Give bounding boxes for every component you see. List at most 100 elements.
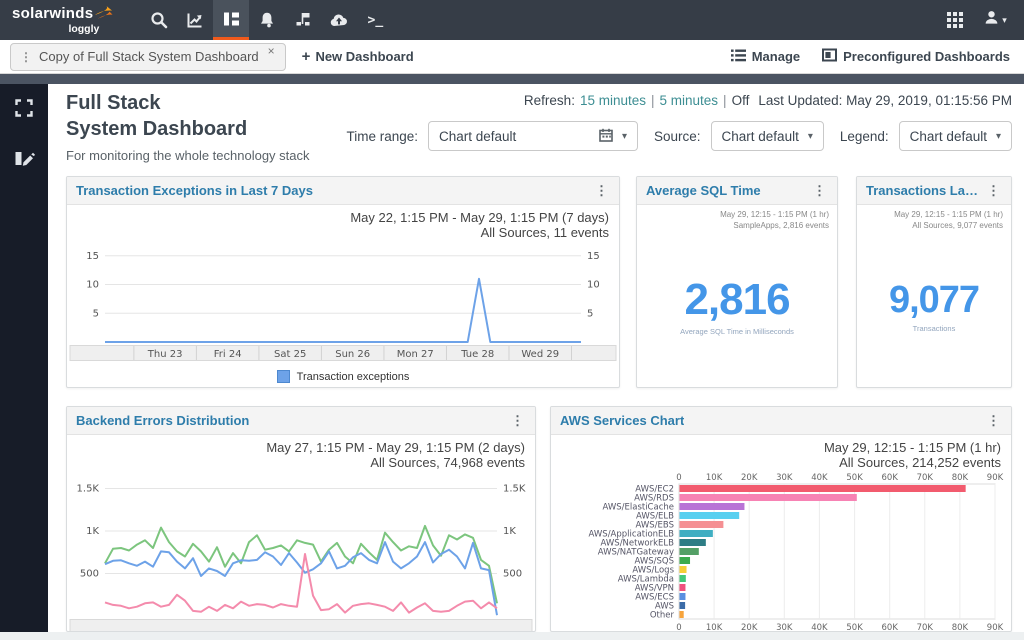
panel-menu-icon[interactable]: ⋮: [593, 183, 610, 199]
svg-text:10K: 10K: [706, 473, 723, 483]
svg-text:5: 5: [93, 308, 99, 319]
svg-text:80K: 80K: [952, 473, 969, 483]
tab-close-icon[interactable]: ×: [268, 44, 275, 58]
preconfigured-dashboards-button[interactable]: Preconfigured Dashboards: [822, 48, 1010, 65]
svg-text:50K: 50K: [846, 623, 863, 632]
chart-subtitle: May 22, 1:15 PM - May 29, 1:15 PM (7 day…: [67, 205, 619, 241]
chart-subtitle: May 29, 12:15 - 1:15 PM (1 hr) SampleApp…: [637, 205, 837, 231]
chart-legend-item[interactable]: Transaction exceptions: [67, 367, 619, 383]
svg-text:70K: 70K: [917, 473, 934, 483]
dashboards-icon[interactable]: [213, 0, 249, 40]
top-nav-right: ▾: [940, 0, 1024, 40]
svg-text:500: 500: [80, 569, 99, 580]
chart-subtitle: May 29, 12:15 - 1:15 PM (1 hr) All Sourc…: [551, 435, 1011, 471]
time-range-label: Time range:: [346, 129, 418, 144]
tab-drag-icon[interactable]: ⋮: [20, 50, 32, 64]
plus-icon: +: [302, 48, 311, 65]
chart-controls: Time range: Chart default ▾ Source: Char…: [340, 121, 1012, 151]
bottom-strip: [0, 632, 1024, 640]
chevron-down-icon: ▾: [808, 131, 813, 142]
source-select[interactable]: Chart default ▾: [711, 121, 824, 151]
panel-average-sql-time: Average SQL Time ⋮ May 29, 12:15 - 1:15 …: [636, 176, 838, 388]
refresh-5-link[interactable]: 5 minutes: [660, 93, 719, 108]
fullscreen-icon[interactable]: [14, 98, 34, 123]
panel-menu-icon[interactable]: ⋮: [509, 413, 526, 429]
panel-title: AWS Services Chart: [560, 413, 684, 428]
solarwinds-loggly-logo[interactable]: solarwinds loggly: [0, 0, 127, 40]
cloud-archive-icon[interactable]: [321, 0, 357, 40]
legend-swatch: [277, 370, 290, 383]
big-number-value: 2,816: [637, 275, 837, 325]
dashboard-tab[interactable]: ⋮ Copy of Full Stack System Dashboard ×: [10, 43, 286, 71]
alerts-bell-icon[interactable]: [249, 0, 285, 40]
terminal-icon[interactable]: >_: [357, 0, 393, 40]
svg-text:20K: 20K: [741, 623, 758, 632]
big-number-caption: Transactions: [857, 324, 1011, 333]
legend-select[interactable]: Chart default ▾: [899, 121, 1012, 151]
line-chart: 5510101515Thu 23Fri 24Sat 25Sun 26Mon 27…: [67, 241, 619, 367]
svg-text:Other: Other: [650, 610, 675, 620]
refresh-off-option[interactable]: Off: [732, 93, 750, 108]
new-dashboard-button[interactable]: + New Dashboard: [302, 48, 414, 65]
chevron-down-icon: ▾: [622, 131, 627, 142]
svg-text:30K: 30K: [776, 623, 793, 632]
big-number-caption: Average SQL Time in Milliseconds: [637, 327, 837, 336]
svg-text:Sun 26: Sun 26: [335, 349, 370, 360]
dashboard-tab-bar: ⋮ Copy of Full Stack System Dashboard × …: [0, 40, 1024, 74]
edit-dashboard-icon[interactable]: [14, 149, 35, 174]
svg-text:70K: 70K: [917, 623, 934, 632]
bar-chart: 0010K10K20K20K30K30K40K40K50K50K60K60K70…: [551, 471, 1011, 632]
svg-text:0: 0: [676, 623, 681, 632]
svg-text:40K: 40K: [811, 473, 828, 483]
primary-nav: >_: [141, 0, 393, 40]
page-subtitle: For monitoring the whole technology stac…: [66, 148, 310, 163]
manage-button[interactable]: Manage: [731, 49, 800, 65]
panel-transaction-exceptions: Transaction Exceptions in Last 7 Days ⋮ …: [66, 176, 620, 388]
panel-backend-errors: Backend Errors Distribution ⋮ May 27, 1:…: [66, 406, 536, 632]
panel-title: Average SQL Time: [646, 183, 761, 198]
refresh-controls: Refresh: 15 minutes | 5 minutes | Off La…: [524, 93, 1012, 108]
svg-text:1K: 1K: [503, 526, 516, 537]
panel-menu-icon[interactable]: ⋮: [811, 183, 828, 199]
refresh-15-link[interactable]: 15 minutes: [580, 93, 646, 108]
panel-title: Transaction Exceptions in Last 7 Days: [76, 183, 313, 198]
svg-text:10: 10: [86, 280, 99, 291]
svg-text:Fri 24: Fri 24: [214, 349, 242, 360]
svg-text:5: 5: [587, 308, 593, 319]
refresh-label: Refresh:: [524, 93, 575, 108]
svg-text:Sat 25: Sat 25: [274, 349, 306, 360]
svg-text:1K: 1K: [86, 526, 99, 537]
panel-menu-icon[interactable]: ⋮: [985, 413, 1002, 429]
last-updated-text: Last Updated: May 29, 2019, 01:15:56 PM: [758, 93, 1012, 108]
svg-text:90K: 90K: [987, 473, 1004, 483]
time-range-select[interactable]: Chart default ▾: [428, 121, 638, 151]
user-caret-icon: ▾: [1002, 15, 1007, 26]
charts-icon[interactable]: [177, 0, 213, 40]
svg-text:0: 0: [676, 473, 681, 483]
svg-text:1.5K: 1.5K: [503, 484, 526, 495]
svg-text:80K: 80K: [952, 623, 969, 632]
solarwinds-swoosh-icon: [95, 6, 113, 24]
panel-menu-icon[interactable]: ⋮: [985, 183, 1002, 199]
svg-text:60K: 60K: [882, 623, 899, 632]
calendar-icon: [599, 128, 613, 145]
top-nav: solarwinds loggly >_: [0, 0, 1024, 40]
tab-label: Copy of Full Stack System Dashboard: [39, 49, 259, 64]
search-icon[interactable]: [141, 0, 177, 40]
svg-text:Mon 27: Mon 27: [397, 349, 434, 360]
svg-text:20K: 20K: [741, 473, 758, 483]
svg-text:15: 15: [587, 251, 600, 262]
big-number-value: 9,077: [857, 279, 1011, 322]
line-chart: 5005001K1K1.5K1.5K: [67, 471, 535, 632]
svg-text:15: 15: [86, 251, 99, 262]
divider-strip: [0, 74, 1024, 84]
panel-title: Backend Errors Distribution: [76, 413, 249, 428]
brand-text: solarwinds: [12, 6, 93, 21]
preconfigured-dashboard-icon: [822, 48, 837, 65]
page-title: Full Stack System Dashboard: [66, 90, 247, 142]
source-setup-icon[interactable]: [285, 0, 321, 40]
apps-grid-icon[interactable]: [940, 0, 970, 40]
svg-text:1.5K: 1.5K: [77, 484, 100, 495]
brand-sub-text: loggly: [12, 24, 113, 35]
user-menu[interactable]: ▾: [980, 0, 1010, 40]
